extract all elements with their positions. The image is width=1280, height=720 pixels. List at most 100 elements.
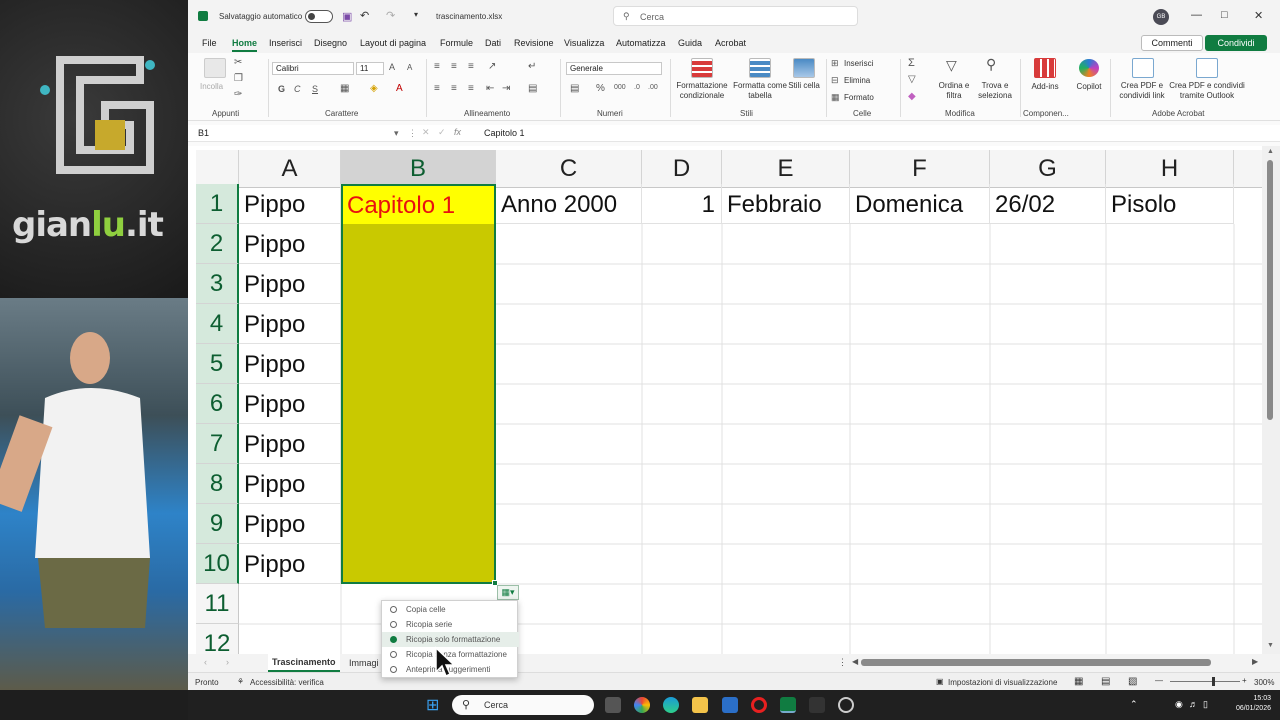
- undo-icon[interactable]: ↶: [360, 9, 369, 22]
- chrome-icon[interactable]: [634, 697, 650, 713]
- add-ins-button[interactable]: Add-ins: [1028, 82, 1062, 92]
- cell-a6[interactable]: Pippo: [239, 384, 341, 424]
- tab-prev-icon[interactable]: ‹: [204, 657, 207, 667]
- scroll-left-icon[interactable]: ◀: [852, 657, 858, 666]
- option-copy-cells[interactable]: Copia celle: [382, 602, 519, 617]
- row-header[interactable]: 10: [196, 544, 239, 584]
- formula-input[interactable]: Capitolo 1: [484, 128, 525, 138]
- cell-g1[interactable]: 26/02: [990, 184, 1106, 224]
- conditional-formatting-button[interactable]: Formattazione condizionale: [674, 81, 730, 101]
- zoom-out-icon[interactable]: —: [1155, 676, 1163, 685]
- more-options-icon[interactable]: ⋮: [838, 657, 847, 668]
- cell-h1[interactable]: Pisolo: [1106, 184, 1234, 224]
- fill-color-icon[interactable]: ◈: [370, 83, 378, 94]
- pdf-outlook-button[interactable]: Crea PDF e condividi tramite Outlook: [1168, 81, 1246, 101]
- font-name-select[interactable]: Calibri: [272, 62, 354, 75]
- row-header[interactable]: 2: [196, 224, 239, 264]
- column-header[interactable]: C: [496, 150, 642, 188]
- row-header[interactable]: 11: [196, 584, 239, 624]
- comma-style-icon[interactable]: 000: [614, 84, 626, 91]
- cell-d1[interactable]: 1: [642, 184, 722, 224]
- fill-icon[interactable]: ▽: [908, 74, 916, 85]
- zoom-in-icon[interactable]: +: [1242, 676, 1247, 685]
- cell-styles-button[interactable]: Stili cella: [788, 81, 820, 91]
- search-box[interactable]: ⚲ Cerca: [613, 6, 858, 26]
- sort-filter-icon[interactable]: ▽: [946, 57, 957, 74]
- column-header[interactable]: [1234, 150, 1262, 188]
- decrease-indent-icon[interactable]: ⇤: [486, 83, 494, 94]
- tab-formulas[interactable]: Formule: [440, 38, 473, 48]
- align-center-icon[interactable]: ≡: [451, 83, 457, 94]
- zoom-slider-thumb[interactable]: [1212, 677, 1215, 686]
- minimize-icon[interactable]: —: [1191, 9, 1202, 21]
- display-settings-icon[interactable]: ▣: [936, 677, 944, 686]
- currency-icon[interactable]: ▤: [570, 83, 579, 94]
- column-header[interactable]: F: [850, 150, 990, 188]
- scroll-right-icon[interactable]: ▶: [1252, 657, 1258, 666]
- pdf-link-icon[interactable]: [1132, 58, 1154, 78]
- wifi-icon[interactable]: ◉: [1175, 699, 1183, 710]
- column-header[interactable]: E: [722, 150, 850, 188]
- font-size-select[interactable]: 11: [356, 62, 384, 75]
- conditional-formatting-icon[interactable]: [691, 58, 713, 78]
- format-cells-icon[interactable]: ▦: [831, 92, 840, 103]
- scroll-up-icon[interactable]: ▲: [1267, 148, 1274, 155]
- underline-button[interactable]: S: [312, 84, 318, 94]
- align-top-icon[interactable]: ≡: [434, 61, 440, 72]
- grow-font-button[interactable]: A: [389, 62, 395, 72]
- page-layout-view-icon[interactable]: ▤: [1101, 676, 1110, 687]
- align-left-icon[interactable]: ≡: [434, 83, 440, 94]
- cell-a2[interactable]: Pippo: [239, 224, 341, 264]
- vertical-scroll-thumb[interactable]: [1267, 160, 1273, 420]
- autosave-toggle[interactable]: [305, 10, 333, 23]
- delete-cells-icon[interactable]: ⊟: [831, 75, 839, 86]
- volume-icon[interactable]: ♬: [1189, 699, 1198, 709]
- orientation-icon[interactable]: ↗: [488, 61, 496, 72]
- tab-next-icon[interactable]: ›: [226, 657, 229, 667]
- normal-view-icon[interactable]: ▦: [1074, 676, 1083, 687]
- decrease-decimal-icon[interactable]: .00: [648, 84, 658, 91]
- row-header[interactable]: 8: [196, 464, 239, 504]
- column-header[interactable]: G: [990, 150, 1106, 188]
- italic-button[interactable]: C: [294, 84, 301, 94]
- clock[interactable]: 15:03 06/01/2026: [1211, 694, 1271, 714]
- increase-indent-icon[interactable]: ⇥: [502, 83, 510, 94]
- find-select-button[interactable]: Trova e seleziona: [974, 81, 1016, 101]
- tab-file[interactable]: File: [202, 38, 217, 48]
- cell-a1[interactable]: Pippo: [239, 184, 341, 224]
- customize-toolbar-icon[interactable]: ▾: [414, 10, 418, 19]
- zoom-level[interactable]: 300%: [1254, 678, 1274, 687]
- pdf-outlook-icon[interactable]: [1196, 58, 1218, 78]
- row-header[interactable]: 7: [196, 424, 239, 464]
- cell-a10[interactable]: Pippo: [239, 544, 341, 584]
- column-header[interactable]: A: [239, 150, 341, 188]
- select-all-corner[interactable]: [196, 150, 239, 188]
- cell-a7[interactable]: Pippo: [239, 424, 341, 464]
- format-cells-button[interactable]: Formato: [844, 93, 874, 103]
- tab-insert[interactable]: Inserisci: [269, 38, 302, 48]
- redo-icon[interactable]: ↷: [386, 9, 395, 22]
- confirm-icon[interactable]: ✓: [438, 127, 446, 138]
- row-header[interactable]: 9: [196, 504, 239, 544]
- app-icon[interactable]: [809, 697, 825, 713]
- battery-icon[interactable]: ▯: [1203, 699, 1208, 710]
- avatar[interactable]: GB: [1153, 9, 1169, 25]
- tab-acrobat[interactable]: Acrobat: [715, 38, 746, 48]
- cell-a5[interactable]: Pippo: [239, 344, 341, 384]
- comments-button[interactable]: Commenti: [1141, 35, 1203, 51]
- tab-draw[interactable]: Disegno: [314, 38, 347, 48]
- more-icon[interactable]: ⋮: [408, 128, 417, 139]
- borders-icon[interactable]: ▦: [340, 83, 349, 94]
- taskbar-search[interactable]: ⚲ Cerca: [452, 695, 594, 715]
- autosum-icon[interactable]: Σ: [908, 57, 915, 69]
- cell-a9[interactable]: Pippo: [239, 504, 341, 544]
- cell-a3[interactable]: Pippo: [239, 264, 341, 304]
- outlook-icon[interactable]: [722, 697, 738, 713]
- cell-a8[interactable]: Pippo: [239, 464, 341, 504]
- paste-icon[interactable]: [204, 58, 226, 78]
- sheet-tab-second[interactable]: Immagi: [349, 658, 379, 668]
- merge-center-icon[interactable]: ▤: [528, 83, 537, 94]
- bold-button[interactable]: G: [278, 84, 285, 94]
- format-painter-icon[interactable]: ✑: [234, 89, 242, 100]
- chevron-up-icon[interactable]: ⌃: [1130, 699, 1138, 710]
